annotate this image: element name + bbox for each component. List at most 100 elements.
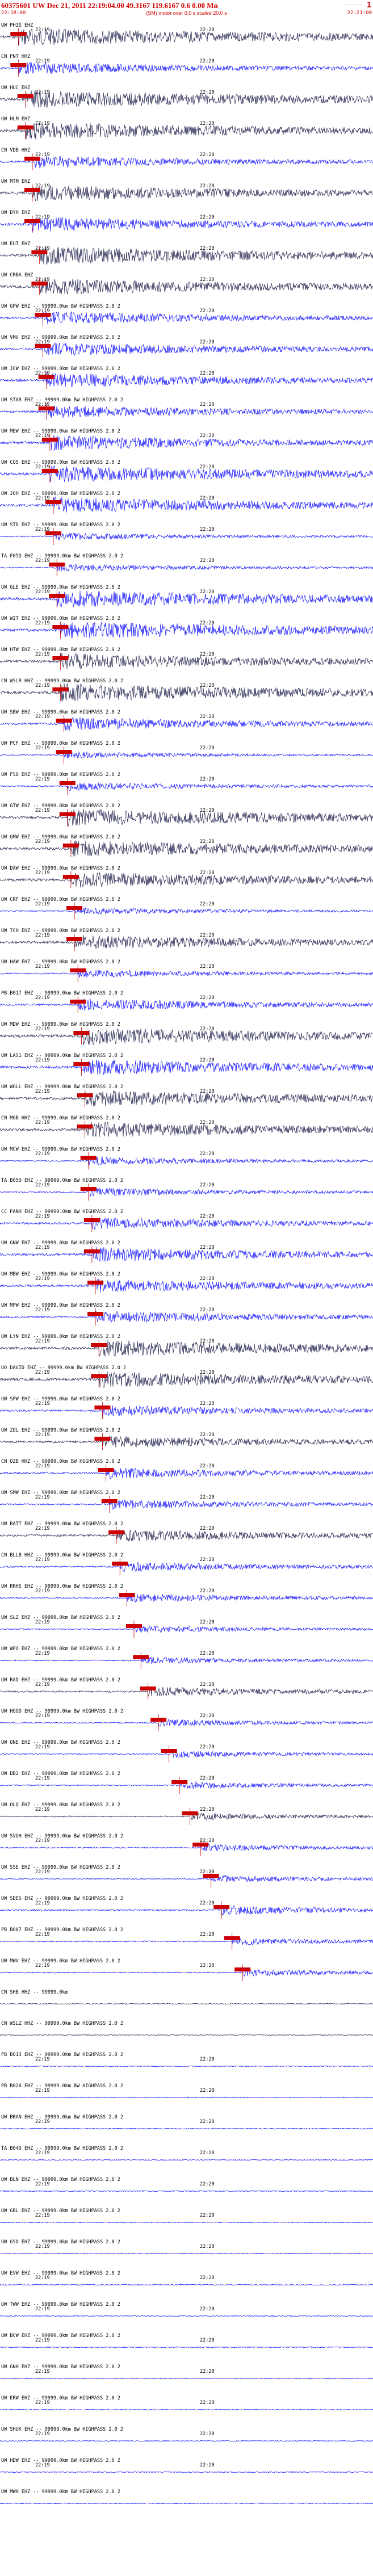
waveform-trace bbox=[0, 62, 373, 74]
trace-label: CN BLLB HHZ -- 99999.0km BW HIGHPASS 2.0… bbox=[1, 1553, 123, 1558]
trace-row: UW DAW EHZ -- 99999.0km BW HIGHPASS 2.0 … bbox=[0, 866, 373, 888]
waveform-trace bbox=[0, 809, 373, 827]
trace-time-end: 22:20 bbox=[200, 1651, 215, 1656]
trace-row: UW HOOD EHZ -- 99999.0km BW HIGHPASS 2.0… bbox=[0, 1709, 373, 1731]
trace-time-start: 22:19 bbox=[35, 995, 50, 1001]
waveform-trace bbox=[0, 1593, 373, 1603]
trace-time-start: 22:19 bbox=[35, 558, 50, 564]
trace-time-end: 22:20 bbox=[200, 2119, 215, 2125]
trace-row: UW STAR EHZ -- 99999.0km BW HIGHPASS 2.0… bbox=[0, 397, 373, 420]
trace-row: UW OLQ EHZ -- 99999.0km BW HIGHPASS 2.0 … bbox=[0, 1802, 373, 1825]
trace-time-start: 22:19 bbox=[35, 652, 50, 657]
waveform-trace bbox=[0, 1090, 373, 1107]
trace-time-start: 22:19 bbox=[35, 1339, 50, 1344]
trace-time-start: 22:19 bbox=[35, 1026, 50, 1032]
trace-time-start: 22:19 bbox=[35, 839, 50, 845]
trace-time-start: 22:19 bbox=[35, 58, 50, 64]
trace-label: UW TCH EHZ -- 99999.0km BW HIGHPASS 2.0 … bbox=[1, 928, 120, 934]
trace-label: CN WSLZ HHZ -- 99999.0km BW HIGHPASS 2.0… bbox=[1, 2021, 123, 2027]
trace-row: UW LAS1 EHZ -- 99999.0km BW HIGHPASS 2.0… bbox=[0, 1053, 373, 1076]
trace-time-start: 22:19 bbox=[35, 683, 50, 689]
waveform-trace bbox=[0, 185, 373, 202]
trace-time-end: 22:20 bbox=[200, 58, 215, 64]
trace-row: UW CRF EHZ -- 99999.0km BW HIGHPASS 2.0 … bbox=[0, 897, 373, 920]
trace-label: UW BLN EHZ -- 99999.0km BW HIGHPASS 2.0 … bbox=[1, 2177, 120, 2183]
trace-label: UW HOOD EHZ -- 99999.0km BW HIGHPASS 2.0… bbox=[1, 1709, 123, 1714]
trace-time-end: 22:20 bbox=[200, 371, 215, 376]
trace-row: UW TCH EHZ -- 99999.0km BW HIGHPASS 2.0 … bbox=[0, 928, 373, 951]
trace-row: UW GLE EHZ -- 99999.0km BW HIGHPASS 2.0 … bbox=[0, 585, 373, 607]
trace-time-end: 22:20 bbox=[200, 2306, 215, 2312]
trace-time-end: 22:20 bbox=[200, 2150, 215, 2156]
trace-label: UW ONE EHZ -- 99999.0km BW HIGHPASS 2.0 … bbox=[1, 1740, 120, 1746]
waveform-trace bbox=[0, 653, 373, 669]
trace-time-start: 22:19 bbox=[35, 1588, 50, 1594]
trace-row: UW ERW EHZ -- 99999.0km BW HIGHPASS 2.0 … bbox=[0, 2395, 373, 2411]
trace-time-end: 22:20 bbox=[200, 964, 215, 970]
trace-time-end: 22:20 bbox=[200, 464, 215, 470]
waveform-trace bbox=[0, 1405, 373, 1417]
trace-time-end: 22:20 bbox=[200, 1932, 215, 1937]
trace-time-end: 22:20 bbox=[200, 496, 215, 501]
trace-time-start: 22:19 bbox=[35, 714, 50, 720]
trace-time-start: 22:19 bbox=[35, 745, 50, 751]
trace-label: UW MEW EHZ -- 99999.0km BW HIGHPASS 2.0 … bbox=[1, 429, 120, 434]
trace-row: UW RAD EHZ -- 99999.0km BW HIGHPASS 2.0 … bbox=[0, 1677, 373, 1700]
trace-time-end: 22:20 bbox=[200, 901, 215, 907]
trace-time-start: 22:19 bbox=[35, 2119, 50, 2125]
trace-time-start: 22:19 bbox=[35, 2181, 50, 2187]
trace-label: UW ERW EHZ -- 99999.0km BW HIGHPASS 2.0 … bbox=[1, 2395, 120, 2401]
trace-row: UW DYH EHZ22:19 22:20 bbox=[0, 210, 373, 233]
waveform-trace bbox=[0, 1750, 373, 1758]
trace-label: PB B017 EHZ -- 99999.0km BW HIGHPASS 2.0… bbox=[1, 991, 123, 996]
waveform-trace bbox=[0, 1247, 373, 1262]
trace-row: UW SPW EHZ -- 99999.0km BW HIGHPASS 2.0 … bbox=[0, 1396, 373, 1419]
trace-row: CN OZB HHZ -- 99999.0km BW HIGHPASS 2.0 … bbox=[0, 1459, 373, 1482]
trace-row: UW MCW EHZ -- 99999.0km BW HIGHPASS 2.0 … bbox=[0, 1147, 373, 1169]
trace-label: UW SVOH EHZ -- 99999.0km BW HIGHPASS 2.0… bbox=[1, 1834, 123, 1839]
trace-time-end: 22:20 bbox=[200, 183, 215, 189]
trace-row: UW GPW EHZ -- 99999.0km BW HIGHPASS 2.0 … bbox=[0, 304, 373, 326]
trace-label: UW SSE EHZ -- 99999.0km BW HIGHPASS 2.0 … bbox=[1, 1865, 120, 1870]
trace-row: UW GTW EHZ -- 99999.0km BW HIGHPASS 2.0 … bbox=[0, 803, 373, 827]
waveform-trace bbox=[0, 1310, 373, 1323]
trace-time-end: 22:20 bbox=[200, 1182, 215, 1188]
waveform-trace bbox=[0, 1656, 373, 1664]
trace-label: UW HAW EHZ -- 99999.0km BW HIGHPASS 2.0 … bbox=[1, 959, 120, 965]
trace-time-start: 22:19 bbox=[35, 1620, 50, 1625]
trace-time-end: 22:20 bbox=[200, 777, 215, 782]
waveform-trace bbox=[0, 2502, 373, 2504]
trace-time-end: 22:20 bbox=[200, 277, 215, 283]
waveform-trace bbox=[0, 435, 373, 451]
waveform-trace bbox=[0, 1467, 373, 1479]
trace-row: CC PANH EHZ -- 99999.0km BW HIGHPASS 2.0… bbox=[0, 1209, 373, 1232]
trace-time-end: 22:20 bbox=[200, 152, 215, 158]
trace-time-start: 22:19 bbox=[35, 1682, 50, 1688]
trace-label: CN VDB HHZ bbox=[1, 148, 30, 153]
trace-time-start: 22:19 bbox=[35, 777, 50, 782]
trace-time-end: 22:20 bbox=[200, 933, 215, 938]
waveform-trace bbox=[0, 1562, 373, 1572]
trace-time-start: 22:19 bbox=[35, 1276, 50, 1282]
trace-time-end: 22:20 bbox=[200, 1370, 215, 1375]
trace-time-end: 22:20 bbox=[200, 1214, 215, 1219]
trace-time-end: 22:20 bbox=[200, 1963, 215, 1969]
trace-row: UW TWW EHZ -- 99999.0km BW HIGHPASS 2.0 … bbox=[0, 2302, 373, 2317]
waveform-trace bbox=[0, 1217, 373, 1230]
waveform-trace bbox=[0, 1340, 373, 1357]
trace-row: UW ONE EHZ -- 99999.0km BW HIGHPASS 2.0 … bbox=[0, 1740, 373, 1763]
trace-time-end: 22:20 bbox=[200, 1432, 215, 1438]
trace-row: UW WOLL EHZ -- 99999.0km BW HIGHPASS 2.0… bbox=[0, 1084, 373, 1107]
trace-time-start: 22:19 bbox=[35, 1307, 50, 1313]
waveform-trace bbox=[0, 1625, 373, 1633]
trace-time-start: 22:19 bbox=[35, 1401, 50, 1407]
trace-time-start: 22:19 bbox=[35, 1463, 50, 1469]
trace-time-end: 22:20 bbox=[200, 2400, 215, 2406]
trace-label: TA B04D EHZ -- 99999.0km BW HIGHPASS 2.0… bbox=[1, 2146, 123, 2151]
trace-label: UW STAR EHZ -- 99999.0km BW HIGHPASS 2.0… bbox=[1, 397, 123, 403]
trace-label: UW FSO EHZ -- 99999.0km BW HIGHPASS 2.0 … bbox=[1, 772, 120, 778]
trace-time-end: 22:20 bbox=[200, 870, 215, 876]
trace-time-end: 22:20 bbox=[200, 1401, 215, 1407]
trace-row: PB B017 EHZ -- 99999.0km BW HIGHPASS 2.0… bbox=[0, 991, 373, 1013]
trace-label: UW MDW EHZ -- 99999.0km BW HIGHPASS 2.0 … bbox=[1, 1022, 120, 1027]
